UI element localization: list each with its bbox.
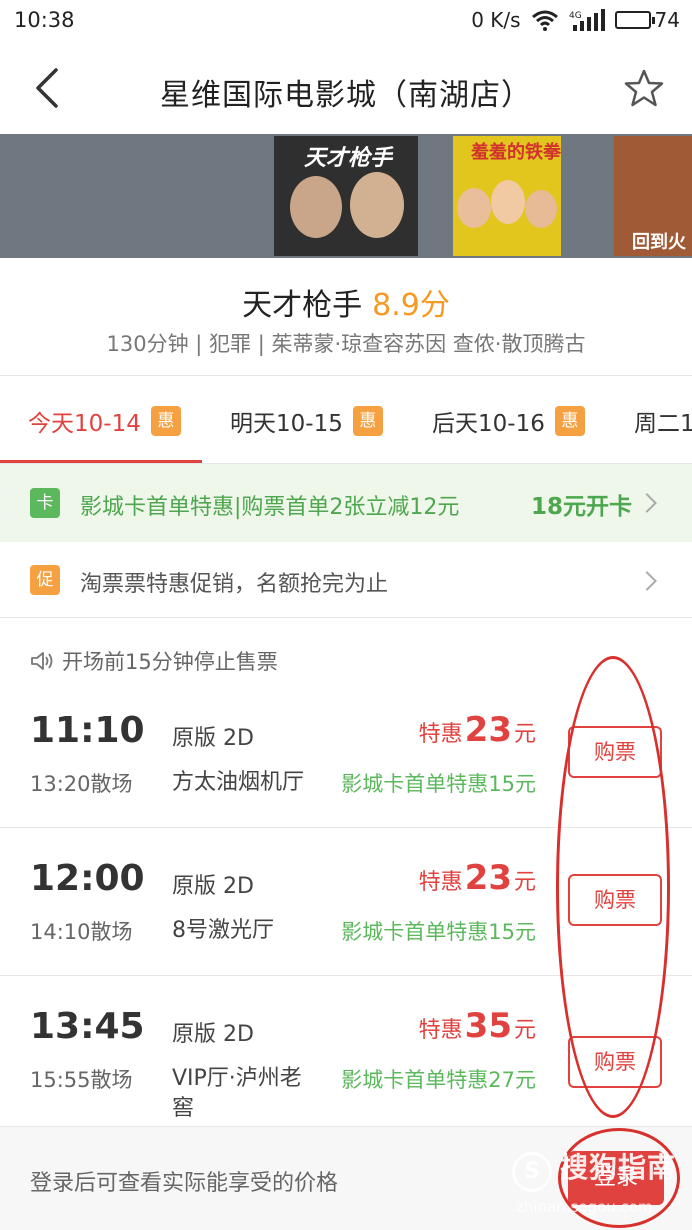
special-price: 特惠35元 [419,1006,536,1046]
price-value: 23 [464,858,512,898]
start-time: 12:00 [30,858,145,899]
price-unit: 元 [513,870,536,895]
movie-title: 天才枪手 [242,288,363,323]
price-prefix: 特惠 [418,722,463,747]
discount-badge: 惠 [150,406,181,436]
chevron-right-icon [637,571,657,591]
showtime-row[interactable]: 11:10 13:20散场 原版 2D 方太油烟机厅 特惠23元 影城卡首单特惠… [0,680,692,828]
sogou-logo-icon: S [512,1152,552,1192]
poster-face [525,190,557,228]
poster-face [491,180,525,224]
price-unit: 元 [513,722,536,747]
end-time: 15:55散场 [30,1068,133,1092]
tab-label: 周二1 [634,411,692,437]
poster-current[interactable]: 天才枪手 [274,136,418,256]
battery-icon [614,11,655,29]
special-price: 特惠23元 [419,710,536,750]
poster-after[interactable]: 回到火 [614,136,692,256]
battery-percent: 74 [654,8,680,32]
poster-next[interactable]: 羞羞的铁拳 [453,136,561,256]
card-promo-text: 影城卡首单特惠|购票首单2张立减12元 [80,495,460,520]
nav-bar: 星维国际电影城（南湖店） [0,42,692,134]
poster-carousel[interactable]: 天才枪手 羞羞的铁拳 回到火 [0,134,692,258]
tab-label: 后天10-16 [432,411,545,437]
tab-tomorrow[interactable]: 明天10-15 惠 [230,404,383,438]
showtime-row[interactable]: 12:00 14:10散场 原版 2D 8号激光厅 特惠23元 影城卡首单特惠1… [0,828,692,976]
card-tag: 卡 [30,488,60,518]
sales-notice: 开场前15分钟停止售票 [30,646,278,676]
star-icon[interactable] [624,68,664,108]
battery-indicator: 74 [614,8,680,32]
buy-ticket-button[interactable]: 购票 [568,1036,662,1088]
tab-today[interactable]: 今天10-14 惠 [28,404,181,438]
discount-badge: 惠 [554,406,585,436]
tab-label: 今天10-14 [28,411,141,437]
price-value: 35 [464,1006,512,1046]
showtime-list: 开场前15分钟停止售票 11:10 13:20散场 原版 2D 方太油烟机厅 特… [0,618,692,1126]
status-bar: 10:38 0 K/s 4G 74 [0,0,692,42]
card-price: 影城卡首单特惠27元 [341,1068,536,1092]
sogou-watermark: S 搜狗指南 zhinan.sogou.com [512,1140,692,1220]
poster-face [350,172,404,238]
tab-label: 明天10-15 [230,411,343,437]
movie-info: 天才枪手 8.9分 130分钟 | 犯罪 | 茱蒂蒙·琼查容苏因 查侬·散顶腾古 [0,258,692,376]
network-label: 4G [569,11,582,21]
buy-ticket-button[interactable]: 购票 [568,874,662,926]
version: 原版 2D [172,1022,254,1047]
sale-tag: 促 [30,565,60,595]
status-indicators: 0 K/s 4G 74 [471,8,680,32]
sale-promo-banner[interactable]: 促 淘票票特惠促销，名额抢完为止 [0,542,692,618]
wifi-icon [531,10,558,31]
cinema-title: 星维国际电影城（南湖店） [160,78,532,113]
status-time: 10:38 [14,8,75,32]
movie-score: 8.9分 [372,288,450,323]
discount-badge: 惠 [352,406,383,436]
movie-title-row: 天才枪手 8.9分 [0,280,692,324]
net-speed: 0 K/s [471,8,521,32]
end-time: 13:20散场 [30,772,133,796]
notice-text: 开场前15分钟停止售票 [62,650,278,674]
date-tabs: 今天10-14 惠 明天10-15 惠 后天10-16 惠 周二1 [0,376,692,464]
open-card-link[interactable]: 18元开卡 [531,487,632,521]
chevron-right-icon [637,493,657,513]
watermark-url: zhinan.sogou.com [516,1198,653,1216]
login-hint: 登录后可查看实际能享受的价格 [30,1171,339,1196]
tab-tuesday[interactable]: 周二1 [634,404,692,438]
special-price: 特惠23元 [419,858,536,898]
poster-title: 回到火 [632,232,686,253]
buy-ticket-button[interactable]: 购票 [568,726,662,778]
hall-name: 8号激光厅 [172,918,274,943]
speaker-icon [31,652,53,670]
poster-title: 天才枪手 [304,146,393,171]
poster-face [290,176,342,238]
price-unit: 元 [513,1018,536,1043]
start-time: 13:45 [30,1006,145,1047]
version: 原版 2D [172,874,254,899]
hall-name: VIP厅·泸州老窖 [172,1066,302,1121]
version: 原版 2D [172,726,254,751]
price-prefix: 特惠 [418,870,463,895]
poster-title: 羞羞的铁拳 [471,142,561,163]
watermark-name: 搜狗指南 [560,1151,677,1184]
price-prefix: 特惠 [418,1018,463,1043]
start-time: 11:10 [30,710,145,751]
poster-face [457,188,491,228]
price-value: 23 [464,710,512,750]
card-price: 影城卡首单特惠15元 [341,772,536,796]
movie-meta: 130分钟 | 犯罪 | 茱蒂蒙·琼查容苏因 查侬·散顶腾古 [106,332,586,356]
card-price: 影城卡首单特惠15元 [341,920,536,944]
sale-promo-text: 淘票票特惠促销，名额抢完为止 [80,572,389,597]
end-time: 14:10散场 [30,920,133,944]
card-promo-banner[interactable]: 卡 影城卡首单特惠|购票首单2张立减12元 18元开卡 [0,464,692,542]
showtime-row[interactable]: 13:45 15:55散场 原版 2D VIP厅·泸州老窖 特惠35元 影城卡首… [0,976,692,1124]
signal-icon: 4G [569,9,605,31]
hall-name: 方太油烟机厅 [172,770,305,795]
tab-day-after[interactable]: 后天10-16 惠 [432,404,585,438]
